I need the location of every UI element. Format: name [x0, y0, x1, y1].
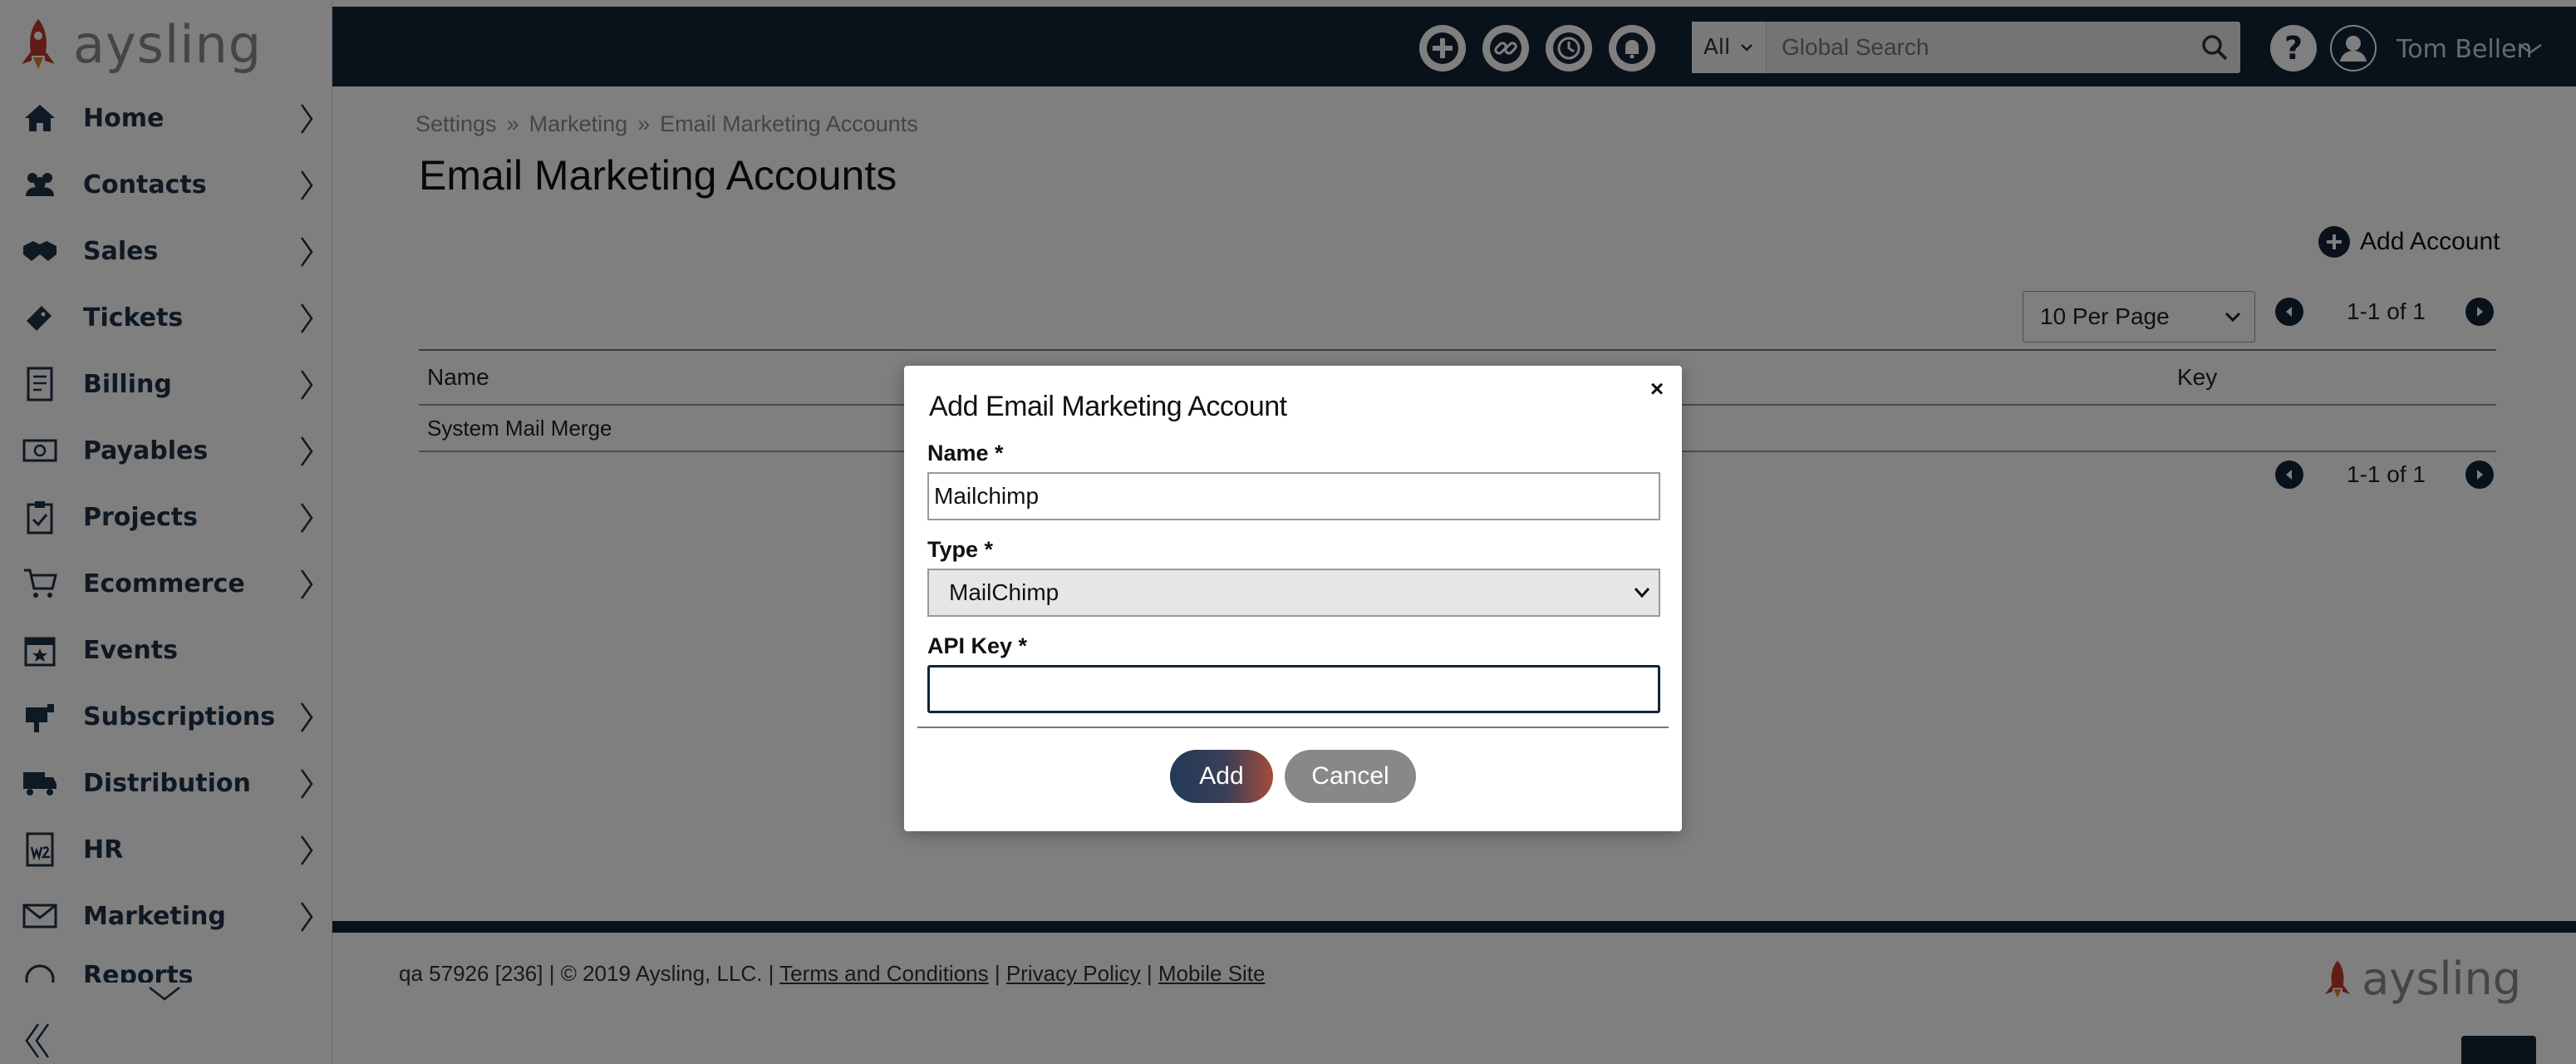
type-field-label: Type * — [927, 537, 994, 562]
name-field-label: Name * — [927, 441, 1004, 466]
add-button[interactable]: Add — [1170, 750, 1273, 803]
add-email-marketing-account-dialog: × Add Email Marketing Account Name * Typ… — [904, 366, 1682, 831]
cancel-button[interactable]: Cancel — [1285, 750, 1416, 803]
dialog-divider — [917, 727, 1669, 728]
type-select-value: MailChimp — [949, 579, 1059, 605]
api-key-field[interactable] — [927, 665, 1660, 713]
name-field[interactable] — [927, 472, 1660, 520]
dialog-title: Add Email Marketing Account — [929, 391, 1287, 422]
close-icon[interactable]: × — [1647, 376, 1667, 401]
api-key-field-label: API Key * — [927, 633, 1028, 658]
type-select[interactable]: MailChimp — [927, 569, 1660, 617]
chevron-down-icon — [1634, 588, 1650, 598]
